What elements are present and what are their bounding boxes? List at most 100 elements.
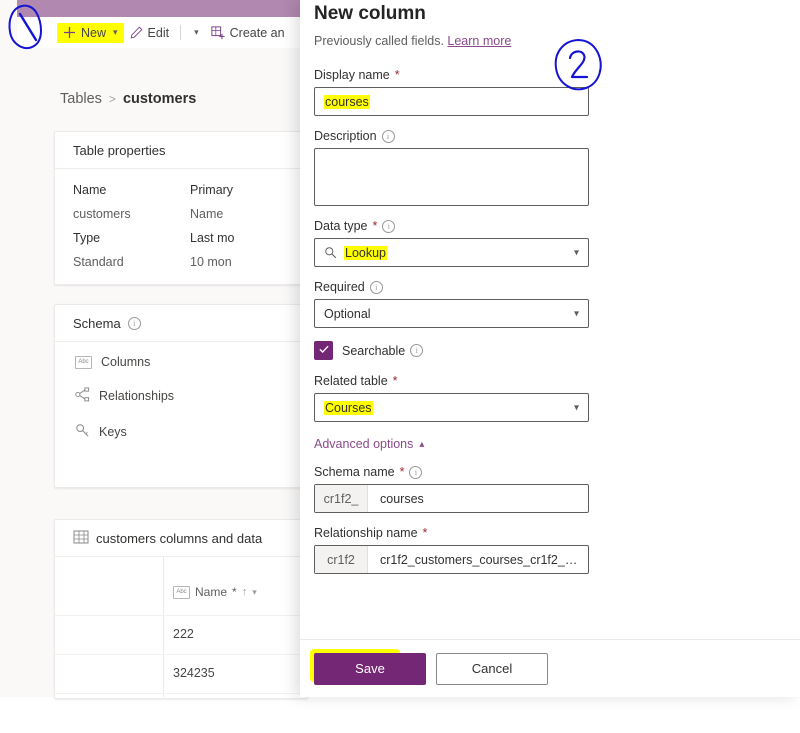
related-table-dropdown[interactable]: Courses ▾ xyxy=(314,393,589,422)
data-type-label: Data type * i xyxy=(314,219,800,233)
label-text: Description xyxy=(314,129,377,143)
toolbar-divider xyxy=(180,25,182,40)
advanced-options-label: Advanced options xyxy=(314,437,414,451)
schema-name-input[interactable]: cr1f2_ courses xyxy=(314,484,589,513)
new-button[interactable]: New ▾ xyxy=(57,22,124,43)
columns-and-data-header: customers columns and data xyxy=(55,520,307,557)
table-cell[interactable]: 222 xyxy=(173,627,194,641)
table-add-icon xyxy=(211,25,225,40)
grid-column-header-name[interactable]: Abc Name * ↑ ▾ xyxy=(173,585,257,599)
chevron-down-icon[interactable]: ▾ xyxy=(574,247,579,258)
abc-icon: Abc xyxy=(173,585,190,599)
panel-footer: Save Cancel xyxy=(300,639,800,697)
sidebar-item-relationships[interactable]: Relationships xyxy=(75,387,307,405)
relationship-name-value: cr1f2_customers_courses_cr1f2_cour... xyxy=(380,552,579,567)
chevron-up-icon: ▴ xyxy=(419,438,425,450)
info-icon[interactable]: i xyxy=(409,465,423,479)
label-text: Schema name xyxy=(314,465,395,479)
plus-icon xyxy=(63,26,76,39)
columns-and-data-card: customers columns and data Abc Name * ↑ … xyxy=(54,519,308,699)
table-properties-grid: Name customers Type Standard Primary Nam… xyxy=(55,169,307,269)
sidebar-item-columns[interactable]: Abc Columns xyxy=(75,355,307,369)
data-grid: Abc Name * ↑ ▾ 222 324235 xyxy=(55,557,307,697)
schema-name-prefix: cr1f2_ xyxy=(315,485,368,512)
page-title: New column xyxy=(314,3,426,24)
prop-key: Type xyxy=(73,231,101,245)
schema-title: Schema xyxy=(73,315,121,331)
related-table-field: Related table * Courses ▾ xyxy=(314,374,800,422)
info-icon[interactable]: i xyxy=(127,316,141,330)
schema-name-label: Schema name * i xyxy=(314,465,800,479)
required-field: Required i Optional ▾ xyxy=(314,280,800,328)
label-text: Required xyxy=(314,280,365,294)
relationship-name-field: Relationship name * cr1f2 cr1f2_customer… xyxy=(314,526,800,574)
save-button[interactable]: Save xyxy=(314,652,426,685)
sidebar-item-keys[interactable]: Keys xyxy=(75,423,307,441)
searchable-label: Searchable i xyxy=(342,344,424,358)
prop-value: customers xyxy=(73,207,131,221)
prop-key: Primary xyxy=(190,183,234,197)
chevron-down-icon[interactable]: ▾ xyxy=(252,587,257,598)
edit-button-label: Edit xyxy=(147,25,170,40)
table-icon xyxy=(73,529,89,548)
grid-column-header-label: Name xyxy=(195,585,228,599)
schema-name-field: Schema name * i cr1f2_ courses xyxy=(314,465,800,513)
searchable-checkbox[interactable] xyxy=(314,341,333,360)
required-star: * xyxy=(422,526,428,540)
data-type-value: Lookup xyxy=(344,245,388,260)
panel-subtitle-text: Previously called fields. xyxy=(314,34,444,48)
required-star: * xyxy=(399,465,405,479)
sort-ascending-icon[interactable]: ↑ xyxy=(242,586,248,598)
prop-value: Name xyxy=(190,207,224,221)
chevron-down-icon[interactable]: ▾ xyxy=(194,27,199,38)
chevron-down-icon[interactable]: ▾ xyxy=(574,402,579,413)
label-text: Display name xyxy=(314,68,390,82)
table-properties-card: Table properties Name customers Type Sta… xyxy=(54,131,308,285)
breadcrumb-root[interactable]: Tables xyxy=(60,91,102,107)
breadcrumb-separator: > xyxy=(108,92,116,106)
data-type-dropdown[interactable]: Lookup ▾ xyxy=(314,238,589,267)
required-value: Optional xyxy=(324,306,371,321)
info-icon[interactable]: i xyxy=(369,280,383,294)
required-label: Required i xyxy=(314,280,800,294)
info-icon[interactable]: i xyxy=(410,344,424,357)
edit-more-button[interactable]: ▾ xyxy=(186,24,205,41)
table-cell[interactable]: 324235 xyxy=(173,666,215,680)
relationship-name-input[interactable]: cr1f2 cr1f2_customers_courses_cr1f2_cour… xyxy=(314,545,589,574)
cancel-button-label: Cancel xyxy=(471,661,513,676)
table-row: 324235 xyxy=(55,654,307,694)
panel-body: Display name * courses Description i Dat… xyxy=(300,68,800,640)
new-column-panel: New column Previously called fields. Lea… xyxy=(300,0,800,697)
description-textarea[interactable] xyxy=(314,148,589,206)
required-star: * xyxy=(372,219,378,233)
relationships-icon xyxy=(75,387,90,405)
schema-list: Abc Columns Relationships Keys xyxy=(55,342,307,441)
edit-button[interactable]: Edit xyxy=(124,23,176,43)
prop-key: Last mo xyxy=(190,231,235,245)
create-an-button[interactable]: Create an xyxy=(205,23,291,43)
columns-and-data-title: customers columns and data xyxy=(96,530,263,546)
required-dropdown[interactable]: Optional ▾ xyxy=(314,299,589,328)
new-button-label: New xyxy=(81,25,107,40)
cancel-button[interactable]: Cancel xyxy=(436,652,548,685)
advanced-options-toggle[interactable]: Advanced options ▴ xyxy=(314,437,424,451)
learn-more-link[interactable]: Learn more xyxy=(447,34,511,48)
relationship-name-label: Relationship name * xyxy=(314,526,800,540)
display-name-input[interactable]: courses xyxy=(314,87,589,116)
info-icon[interactable]: i xyxy=(382,219,396,233)
display-name-label: Display name * xyxy=(314,68,800,82)
label-text: Related table xyxy=(314,374,388,388)
save-button-label: Save xyxy=(355,661,385,676)
info-icon[interactable]: i xyxy=(381,129,395,143)
chevron-down-icon[interactable]: ▾ xyxy=(574,308,579,319)
related-table-value: Courses xyxy=(324,400,373,415)
breadcrumb-current: customers xyxy=(122,91,197,107)
display-name-value: courses xyxy=(324,94,370,109)
label-text: Data type xyxy=(314,219,368,233)
table-properties-col-right: Primary Name Last mo 10 mon xyxy=(190,183,307,269)
searchable-row: Searchable i xyxy=(314,341,800,360)
breadcrumb: Tables > customers xyxy=(60,91,196,107)
pencil-icon xyxy=(130,26,143,39)
prop-value: Standard xyxy=(73,255,124,269)
chevron-down-icon[interactable]: ▾ xyxy=(113,27,118,38)
